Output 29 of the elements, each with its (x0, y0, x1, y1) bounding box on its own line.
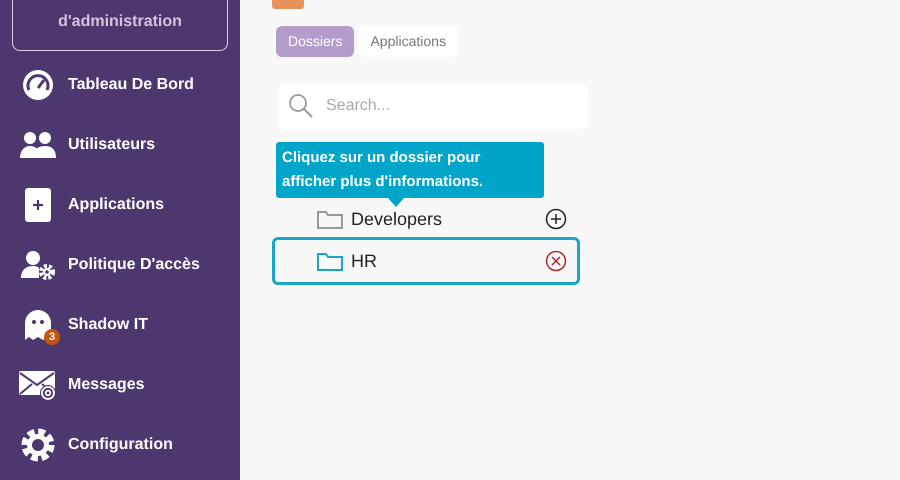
settings-icon (20, 427, 56, 463)
users-icon (20, 131, 56, 159)
nav-link[interactable]: Politique D'accès (68, 253, 200, 277)
nav-link[interactable]: Applications (68, 193, 164, 217)
folder-icon (317, 209, 343, 229)
logo-mark (272, 0, 304, 9)
nav-link[interactable]: Shadow IT (68, 313, 148, 337)
folder-row[interactable]: HR (272, 237, 580, 285)
folder-row[interactable]: Developers (272, 201, 580, 237)
nav-link[interactable]: Utilisateurs (68, 133, 156, 157)
search-field[interactable]: Search... (278, 83, 588, 129)
tab[interactable]: Applications (358, 26, 458, 57)
nav-link[interactable]: Tableau De Bord (68, 73, 194, 97)
tooltip: Cliquez sur un dossier pour afficher plus d'informations. (276, 142, 544, 198)
plus-icon (24, 187, 52, 223)
folder-name: HR (351, 250, 377, 272)
console-title: d'administration (12, 0, 228, 51)
user-gear-icon (21, 250, 55, 280)
nav-link[interactable]: Configuration (68, 433, 173, 457)
nav-link[interactable]: Messages (68, 373, 144, 397)
search-icon (288, 93, 314, 119)
remove-icon[interactable] (545, 250, 567, 272)
tooltip-arrow-icon (388, 198, 404, 207)
folder-name: Developers (351, 208, 442, 231)
count-badge: 3 (44, 329, 60, 345)
add-icon[interactable] (545, 208, 567, 230)
gauge-icon (22, 69, 54, 101)
folder-icon (317, 251, 343, 271)
mail-icon (19, 369, 57, 401)
